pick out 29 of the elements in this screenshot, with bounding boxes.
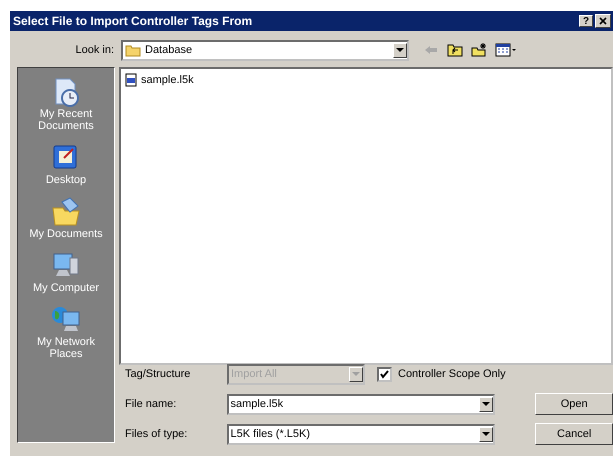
look-in-dropdown[interactable]: Database [121, 40, 409, 60]
close-icon[interactable] [595, 14, 611, 28]
file-icon [125, 73, 137, 87]
open-button[interactable]: Open [535, 393, 613, 415]
view-menu-icon[interactable] [495, 43, 517, 57]
tag-structure-label: Tag/Structure [125, 368, 192, 380]
place-shortcut[interactable]: Desktop [19, 142, 113, 186]
help-button[interactable]: ? [579, 15, 593, 27]
file-type-dropdown[interactable]: L5K files (*.L5K) [226, 424, 496, 444]
file-name-field[interactable]: sample.l5k [226, 394, 496, 414]
folder-document-icon [50, 196, 82, 228]
dropdown-arrow-icon[interactable] [396, 48, 404, 52]
new-folder-icon[interactable] [471, 43, 487, 57]
window-title: Select File to Import Controller Tags From [13, 14, 254, 28]
cancel-button[interactable]: Cancel [535, 423, 613, 445]
place-shortcut[interactable]: My Network Places [19, 304, 113, 360]
place-shortcut[interactable]: My Computer [19, 250, 113, 294]
dropdown-arrow-icon[interactable] [482, 402, 490, 406]
place-shortcut[interactable]: My Documents [19, 196, 113, 240]
file-name-label: File name: [125, 398, 178, 410]
dropdown-arrow-icon[interactable] [482, 432, 490, 436]
up-folder-icon[interactable] [447, 43, 463, 57]
look-in-label: Look in: [74, 44, 115, 56]
folder-icon [125, 44, 141, 56]
checkmark-icon [380, 370, 389, 378]
controller-scope-checkbox[interactable]: Controller Scope Only [377, 366, 506, 382]
file-type-label: Files of type: [125, 428, 188, 440]
place-shortcut[interactable]: My Recent Documents [19, 76, 113, 132]
file-item[interactable]: sample.l5k [125, 73, 194, 87]
